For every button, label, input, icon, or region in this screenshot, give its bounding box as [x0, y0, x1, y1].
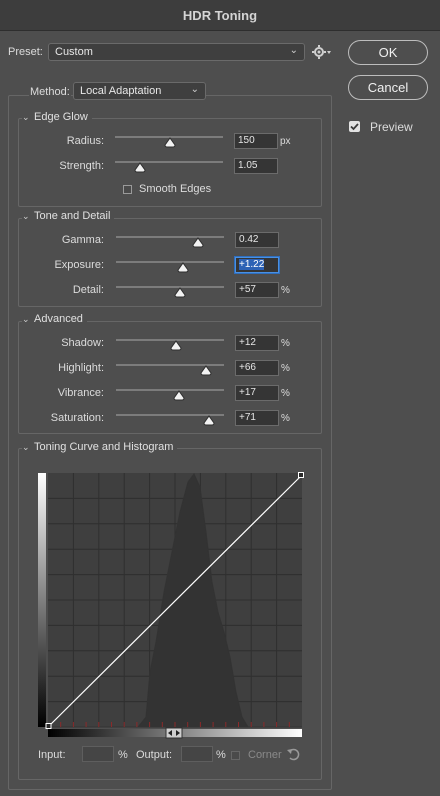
radius-unit: px	[280, 136, 291, 147]
exposure-field[interactable]: +1.22	[235, 257, 279, 273]
input-field[interactable]	[82, 746, 114, 762]
tone-detail-header[interactable]: ⌄ Tone and Detail	[22, 210, 115, 222]
corner-label: Corner	[248, 749, 282, 761]
ok-button[interactable]: OK	[348, 40, 428, 65]
input-percent: %	[118, 749, 128, 761]
vibrance-field[interactable]: +17	[235, 385, 279, 401]
saturation-unit: %	[281, 413, 290, 424]
detail-unit: %	[281, 285, 290, 296]
strength-label: Strength:	[59, 160, 104, 172]
curve-header[interactable]: ⌄ Toning Curve and Histogram	[22, 441, 178, 453]
preset-select[interactable]: Custom ⌄	[48, 43, 305, 61]
detail-slider-track[interactable]	[116, 286, 224, 288]
corner-checkbox[interactable]	[231, 751, 240, 760]
exposure-label: Exposure:	[54, 259, 104, 271]
chevron-down-icon: ⌄	[22, 442, 30, 452]
chevron-down-icon: ⌄	[190, 84, 199, 95]
gear-icon[interactable]	[312, 44, 332, 63]
radius-label: Radius:	[66, 135, 104, 147]
exposure-value: +1.22	[239, 259, 265, 270]
highlight-label: Highlight:	[58, 362, 104, 374]
strength-field[interactable]: 1.05	[234, 158, 278, 174]
smooth-edges-checkbox[interactable]	[123, 185, 132, 194]
input-label: Input:	[38, 749, 66, 761]
saturation-label: Saturation:	[50, 412, 104, 424]
strength-slider-track[interactable]	[115, 161, 223, 163]
chevron-down-icon: ⌄	[22, 314, 30, 324]
vibrance-slider-track[interactable]	[116, 389, 224, 391]
chevron-down-icon: ⌄	[22, 112, 30, 122]
vibrance-unit: %	[281, 388, 290, 399]
gamma-label: Gamma:	[61, 234, 104, 246]
output-gradient-bar	[38, 473, 46, 727]
shadow-field[interactable]: +12	[235, 335, 279, 351]
highlight-field[interactable]: +66	[235, 360, 279, 376]
reset-arrow-icon[interactable]	[286, 747, 302, 764]
highlight-unit: %	[281, 363, 290, 374]
preset-value: Custom	[55, 46, 93, 58]
chevron-down-icon: ⌄	[22, 211, 30, 221]
method-label: Method:	[29, 86, 71, 98]
vibrance-label: Vibrance:	[57, 387, 104, 399]
shadow-label: Shadow:	[61, 337, 104, 349]
preview-checkbox[interactable]	[349, 121, 360, 132]
saturation-field[interactable]: +71	[235, 410, 279, 426]
gamma-field[interactable]: 0.42	[235, 232, 279, 248]
method-select[interactable]: Local Adaptation ⌄	[73, 82, 206, 100]
smooth-edges-label: Smooth Edges	[139, 183, 212, 195]
curve-point-black	[45, 723, 52, 729]
advanced-header[interactable]: ⌄ Advanced	[22, 313, 87, 325]
curve-point-white	[298, 472, 304, 478]
detail-label: Detail:	[72, 284, 104, 296]
preview-label: Preview	[370, 120, 413, 134]
window-title: HDR Toning	[182, 8, 258, 23]
title-bar: HDR Toning	[0, 0, 440, 31]
shadow-unit: %	[281, 338, 290, 349]
cancel-button[interactable]: Cancel	[348, 75, 428, 100]
method-value: Local Adaptation	[80, 85, 162, 97]
output-label: Output:	[136, 749, 173, 761]
detail-field[interactable]: +57	[235, 282, 279, 298]
radius-field[interactable]: 150	[234, 133, 278, 149]
output-percent: %	[216, 749, 226, 761]
exposure-slider-track[interactable]	[116, 261, 224, 263]
edge-glow-header[interactable]: ⌄ Edge Glow	[22, 111, 92, 123]
output-field[interactable]	[181, 746, 213, 762]
preset-label: Preset:	[8, 46, 43, 58]
curve-graph[interactable]	[38, 472, 306, 745]
chevron-down-icon: ⌄	[289, 45, 298, 56]
gamma-slider-track[interactable]	[116, 236, 224, 238]
